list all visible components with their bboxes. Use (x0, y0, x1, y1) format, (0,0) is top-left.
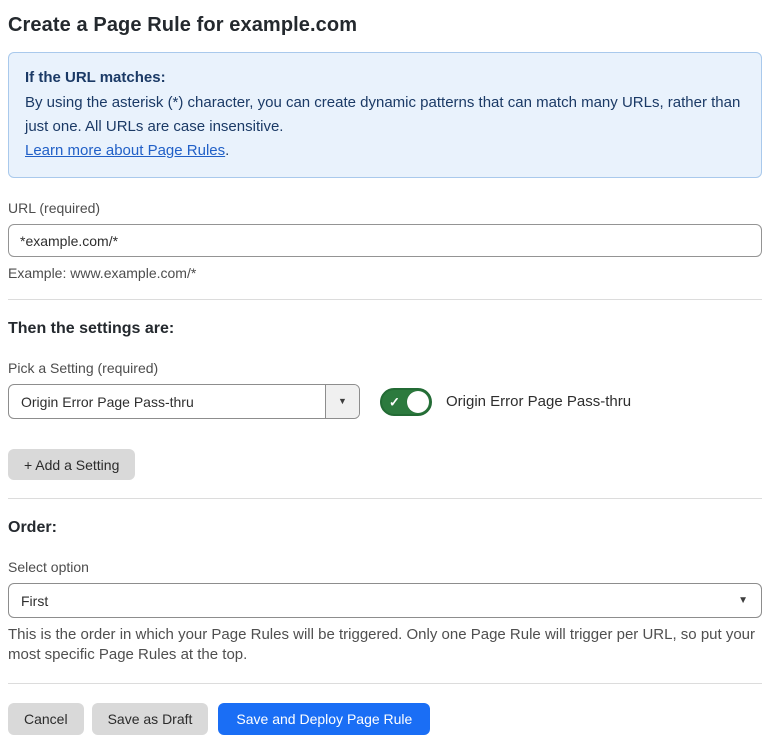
divider (8, 683, 762, 684)
toggle-knob (407, 390, 429, 413)
footer-actions: Cancel Save as Draft Save and Deploy Pag… (8, 703, 762, 735)
setting-dropdown[interactable]: Origin Error Page Pass-thru ▼ (8, 384, 360, 419)
order-help-text: This is the order in which your Page Rul… (8, 626, 756, 663)
select-arrow-icon: ▼ (738, 594, 748, 606)
page-title: Create a Page Rule for example.com (8, 14, 358, 36)
setting-toggle[interactable]: ✓ (380, 387, 432, 416)
url-example-text: Example: www.example.com/* (8, 265, 197, 281)
link-suffix: . (225, 142, 230, 159)
order-section-heading: Order: (8, 519, 57, 536)
divider (8, 498, 762, 499)
info-box-link-line: Learn more about Page Rules. (25, 139, 745, 163)
setting-toggle-group: ✓ Origin Error Page Pass-thru (380, 387, 632, 416)
info-box-body: By using the asterisk (*) character, you… (25, 94, 741, 135)
learn-more-link[interactable]: Learn more about Page Rules (25, 142, 225, 159)
setting-toggle-label: Origin Error Page Pass-thru (446, 393, 632, 410)
cancel-button[interactable]: Cancel (8, 703, 84, 735)
setting-dropdown-value: Origin Error Page Pass-thru (21, 393, 194, 410)
url-match-info-box: If the URL matches: By using the asteris… (8, 52, 762, 178)
setting-picker-row: Origin Error Page Pass-thru ▼ ✓ Origin E… (8, 384, 762, 419)
save-as-draft-button[interactable]: Save as Draft (91, 703, 209, 735)
setting-dropdown-button[interactable]: ▼ (325, 385, 359, 418)
setting-picker-label: Pick a Setting (required) (8, 360, 159, 376)
url-field-label: URL (required) (8, 200, 101, 216)
check-icon: ✓ (389, 394, 400, 409)
dropdown-arrow-icon: ▼ (338, 396, 347, 406)
add-setting-button[interactable]: + Add a Setting (8, 449, 136, 480)
order-select[interactable]: First ▼ (8, 583, 762, 618)
order-select-value: First (21, 592, 49, 609)
page-rule-form: Create a Page Rule for example.com If th… (0, 0, 770, 735)
info-box-heading: If the URL matches: (25, 69, 166, 86)
settings-section-heading: Then the settings are: (8, 320, 175, 337)
url-input[interactable] (8, 224, 762, 257)
divider (8, 299, 762, 300)
order-select-label: Select option (8, 559, 89, 575)
save-deploy-button[interactable]: Save and Deploy Page Rule (218, 703, 431, 735)
